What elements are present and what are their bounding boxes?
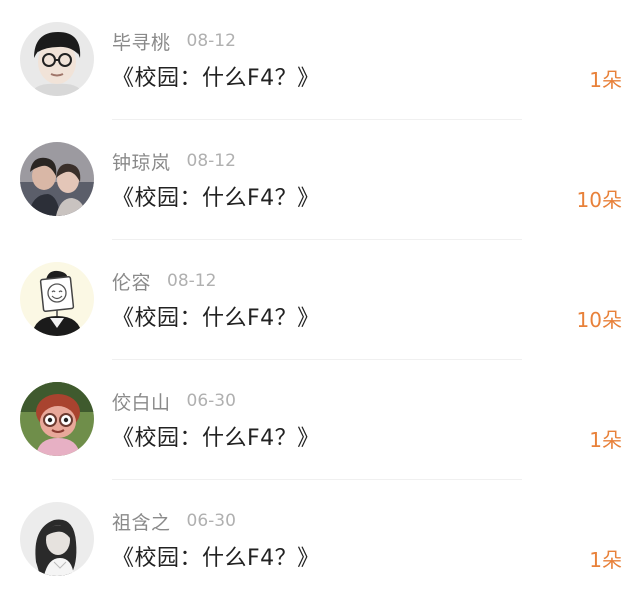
avatar-couple-photo-icon [20,142,94,216]
gift-count: 10朵 [576,308,622,332]
item-meta: 毕寻桃 08-12 [112,28,236,54]
gift-count: 1朵 [589,548,622,572]
avatar-smiley-sign-icon [20,262,94,336]
gift-count: 1朵 [589,428,622,452]
item-meta: 钟琼岚 08-12 [112,148,236,174]
avatar[interactable] [20,262,94,336]
list-item[interactable]: 毕寻桃 08-12 《校园：什么F4？》 1朵 [0,0,640,120]
avatar-woman-bw-icon [20,502,94,576]
item-meta: 伦容 08-12 [112,268,216,294]
user-name[interactable]: 祖含之 [112,508,171,535]
user-name[interactable]: 佼白山 [112,388,171,415]
list-item[interactable]: 钟琼岚 08-12 《校园：什么F4？》 10朵 [0,120,640,240]
avatar-cartoon-girl-icon [20,382,94,456]
record-date: 06-30 [186,391,236,411]
record-date: 08-12 [186,151,236,171]
book-title[interactable]: 《校园：什么F4？》 [112,300,320,332]
record-date: 08-12 [186,31,236,51]
gift-record-list: 毕寻桃 08-12 《校园：什么F4？》 1朵 钟琼岚 08-12 《校园：什么… [0,0,640,599]
user-name[interactable]: 钟琼岚 [112,148,171,175]
book-title[interactable]: 《校园：什么F4？》 [112,60,320,92]
book-title[interactable]: 《校园：什么F4？》 [112,180,320,212]
avatar[interactable] [20,502,94,576]
avatar[interactable] [20,142,94,216]
avatar-man-glasses-icon [20,22,94,96]
record-date: 08-12 [167,271,217,291]
item-meta: 佼白山 06-30 [112,388,236,414]
list-item[interactable]: 佼白山 06-30 《校园：什么F4？》 1朵 [0,360,640,480]
gift-count: 10朵 [576,188,622,212]
list-item[interactable]: 祖含之 06-30 《校园：什么F4？》 1朵 [0,480,640,600]
list-item[interactable]: 伦容 08-12 《校园：什么F4？》 10朵 [0,240,640,360]
avatar[interactable] [20,382,94,456]
book-title[interactable]: 《校园：什么F4？》 [112,540,320,572]
record-date: 06-30 [186,511,236,531]
avatar[interactable] [20,22,94,96]
item-meta: 祖含之 06-30 [112,508,236,534]
user-name[interactable]: 伦容 [112,268,151,295]
user-name[interactable]: 毕寻桃 [112,28,171,55]
book-title[interactable]: 《校园：什么F4？》 [112,420,320,452]
gift-count: 1朵 [589,68,622,92]
